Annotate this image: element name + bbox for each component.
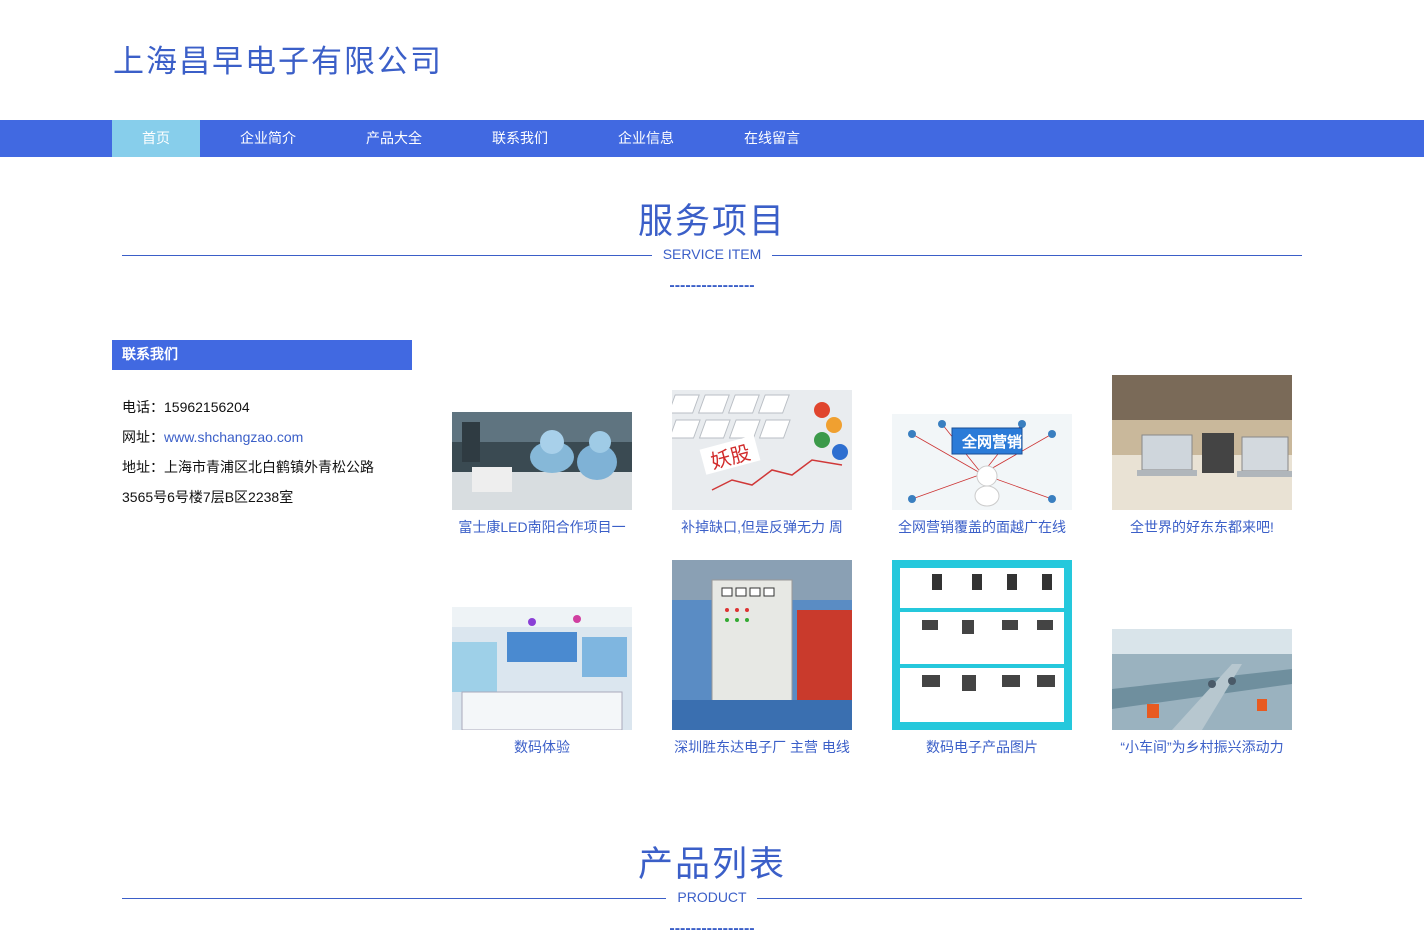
network-marketing-photo[interactable]: 全网营销 (892, 414, 1072, 510)
contact-address: 地址：上海市青浦区北白鹤镇外青松公路 (122, 457, 374, 477)
product-caption[interactable]: “小车间”为乡村振兴添动力 (1107, 737, 1297, 757)
nav-item-message[interactable]: 在线留言 (730, 120, 814, 157)
divider-right (757, 898, 1302, 899)
contact-phone: 电话：15962156204 (122, 397, 250, 417)
marketing-sign-text: 全网营销 (961, 433, 1022, 451)
digital-shop-photo[interactable] (452, 607, 632, 730)
product-list-subtitle: PRODUCT (677, 889, 747, 905)
nav-item-company-info[interactable]: 企业信息 (604, 120, 688, 157)
contact-website: 网址：www.shchangzao.com (122, 427, 303, 447)
web-label: 网址： (122, 429, 164, 445)
addr-line1: 上海市青浦区北白鹤镇外青松公路 (164, 459, 374, 475)
site-title[interactable]: 上海昌早电子有限公司 (113, 36, 443, 81)
keyboard-stock-photo[interactable]: 妖股 (672, 390, 852, 510)
product-caption[interactable]: 全网营销覆盖的面越广在线 (887, 517, 1077, 537)
product-list-title: 产品列表 (637, 845, 786, 884)
phone-label: 电话： (122, 399, 164, 415)
addr-label: 地址： (122, 459, 164, 475)
product-caption[interactable]: 深圳胜东达电子厂 主营 电线 (667, 737, 857, 757)
divider-right (772, 255, 1302, 256)
header: 上海昌早电子有限公司 (0, 0, 1424, 120)
product-catalog-photo[interactable] (892, 560, 1072, 730)
website-link[interactable]: www.shchangzao.com (164, 429, 303, 445)
product-caption[interactable]: 全世界的好东东都来吧! (1107, 517, 1297, 537)
nav-item-about[interactable]: 企业简介 (226, 120, 310, 157)
factory-workers-photo[interactable] (452, 412, 632, 510)
assembly-line-photo[interactable] (1112, 629, 1292, 730)
product-caption[interactable]: 富士康LED南阳合作项目一 (447, 517, 637, 537)
services-subtitle: SERVICE ITEM (662, 246, 762, 262)
nav-item-home[interactable]: 首页 (112, 120, 200, 157)
services-dashes: ---------------- (669, 277, 755, 294)
phone-value: 15962156204 (164, 399, 250, 415)
product-list-dashes: ---------------- (669, 920, 755, 937)
product-caption[interactable]: 数码电子产品图片 (887, 737, 1077, 757)
electronics-store-photo[interactable] (1112, 375, 1292, 510)
sidebar-heading: 联系我们 (112, 340, 412, 370)
services-title: 服务项目 (637, 202, 786, 241)
product-caption[interactable]: 数码体验 (447, 737, 637, 757)
product-caption[interactable]: 补掉缺口,但是反弹无力 周 (667, 517, 857, 537)
nav-item-contact[interactable]: 联系我们 (478, 120, 562, 157)
contact-address-2: 3565号6号楼7层B区2238室 (122, 489, 294, 505)
control-cabinet-photo[interactable] (672, 560, 852, 730)
main-nav: 首页 企业简介 产品大全 联系我们 企业信息 在线留言 (0, 120, 1424, 157)
nav-item-products[interactable]: 产品大全 (352, 120, 436, 157)
